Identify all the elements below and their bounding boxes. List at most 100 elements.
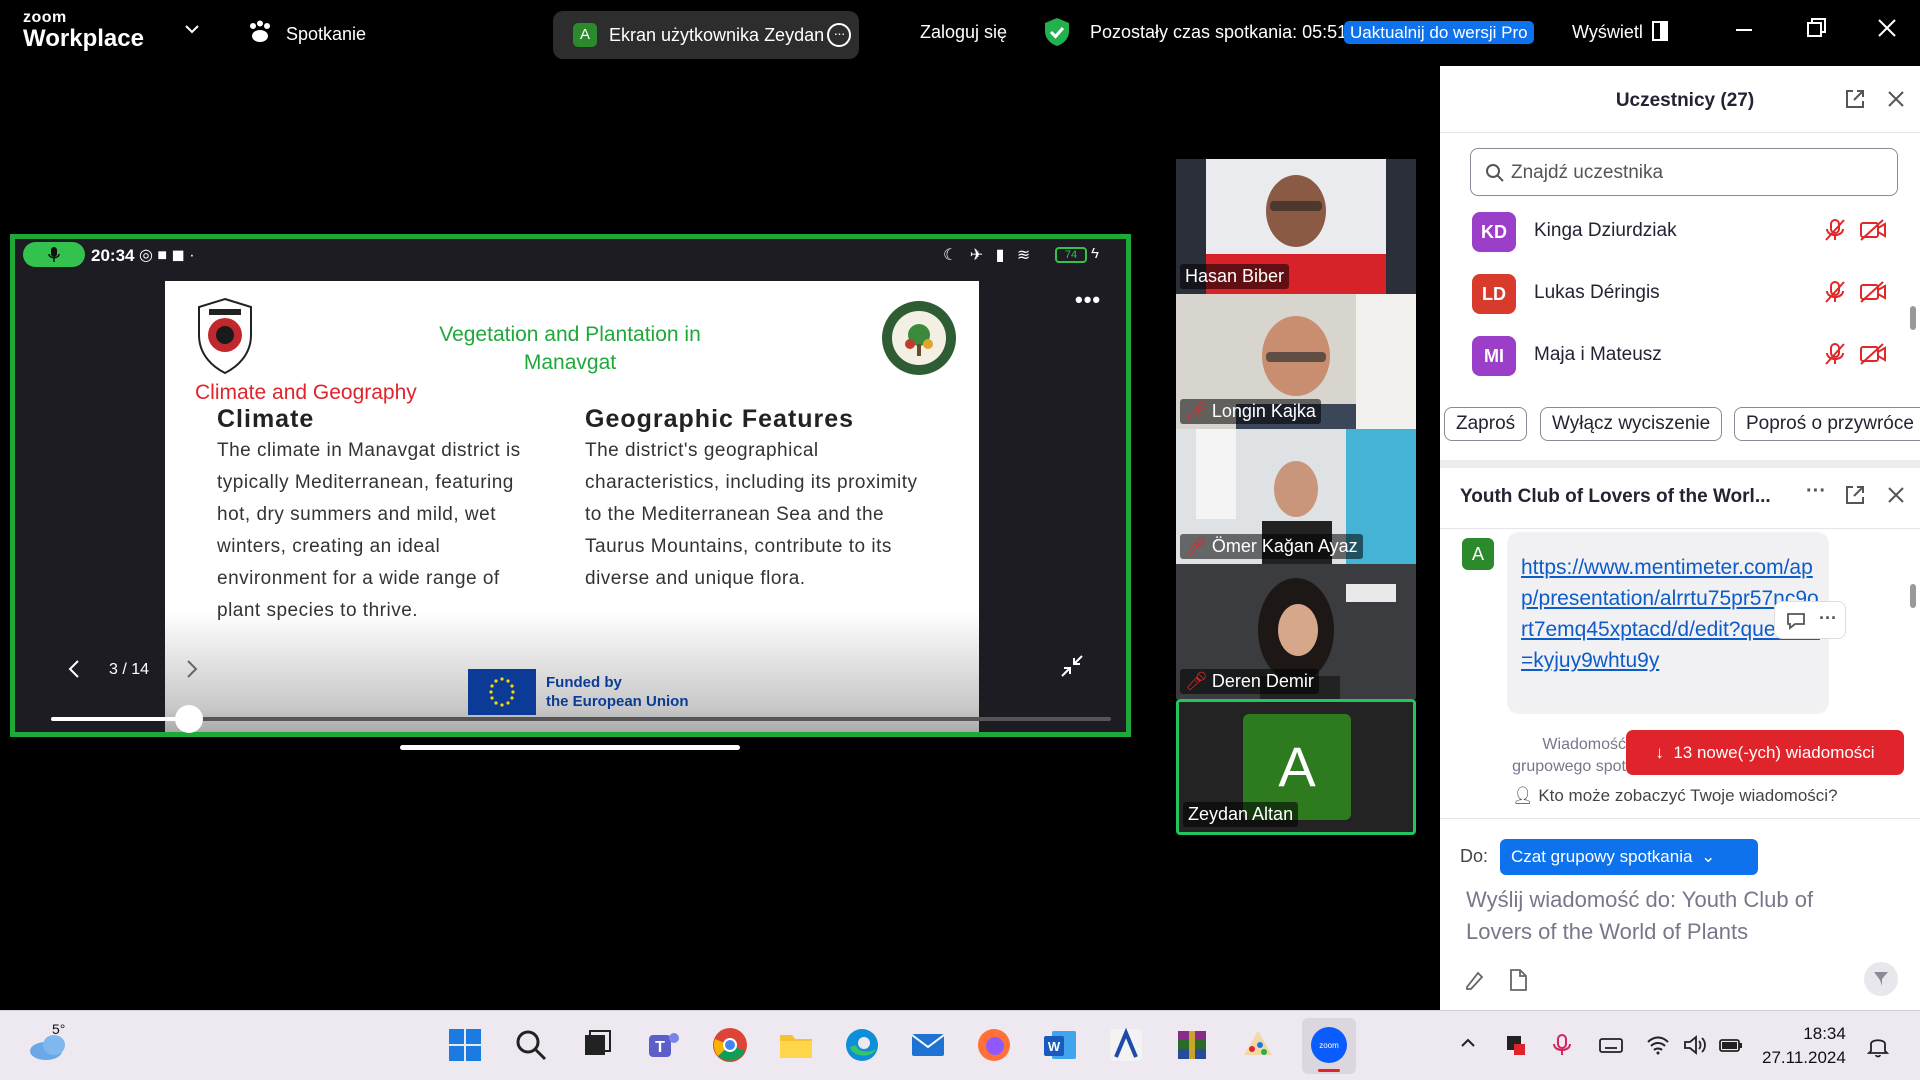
invite-button[interactable]: Zaproś [1444,407,1528,441]
video-tile-longin-kajka[interactable]: 🎤︎ Longin Kajka [1176,294,1416,429]
view-menu-label[interactable]: Wyświetl [1572,22,1643,43]
slide-next-chevron-icon[interactable] [185,659,199,684]
meeting-paw-icon [247,20,273,49]
firefox-icon[interactable] [974,1025,1014,1065]
zoom-icon: zoom [1311,1027,1347,1063]
app-menu-chevron-icon[interactable] [183,20,201,43]
mail-icon[interactable] [908,1025,948,1065]
tray-microphone-icon[interactable] [1552,1033,1572,1063]
tray-battery-icon[interactable] [1718,1033,1744,1063]
unmute-button[interactable]: Wyłącz wyciszenie [1540,407,1723,441]
clock-date: 27.11.2024 [1762,1048,1846,1067]
tray-app-icon[interactable] [1504,1033,1528,1063]
reply-icon[interactable] [1785,611,1807,636]
video-off-icon[interactable] [1859,218,1887,248]
minimize-icon[interactable] [1734,16,1754,47]
chat-more-icon[interactable]: ··· [1806,480,1826,503]
muted-mic-icon[interactable] [1824,280,1846,310]
video-tile-deren-demir[interactable]: 🎤︎ Deren Demir [1176,564,1416,699]
share-more-icon[interactable]: ··· [827,23,851,47]
search-icon[interactable] [511,1025,551,1065]
phone-mic-indicator [23,242,85,267]
video-off-icon[interactable] [1859,280,1887,310]
search-icon [1486,164,1504,182]
restore-icon[interactable] [1806,16,1828,47]
arrow-down-icon: ↓ [1655,743,1674,762]
participant-search-input[interactable]: Znajdź uczestnika [1470,148,1898,196]
close-window-icon[interactable] [1876,16,1898,47]
close-participants-icon[interactable] [1886,89,1906,114]
send-button[interactable] [1864,962,1898,996]
phone-home-indicator [400,745,740,750]
popout-participants-icon[interactable] [1844,88,1866,115]
chat-scrollbar[interactable] [1910,584,1916,608]
new-messages-label: 13 nowe(-ych) wiadomości [1673,743,1875,762]
a-app-icon[interactable] [1106,1025,1146,1065]
close-chat-icon[interactable] [1886,485,1906,510]
participant-row[interactable]: MI Maja i Mateusz [1472,332,1892,384]
encryption-shield-icon[interactable] [1043,17,1071,52]
participants-scrollbar[interactable] [1910,306,1916,330]
muted-mic-icon[interactable] [1824,342,1846,372]
taskbar-clock[interactable]: 18:34 27.11.2024 [1762,1022,1846,1070]
login-link[interactable]: Zaloguj się [920,22,1007,43]
attach-file-icon[interactable] [1508,968,1528,997]
upgrade-pro-badge[interactable]: Uaktualnij do wersji Pro [1344,21,1534,44]
panel-separator [1440,460,1920,468]
winrar-icon[interactable] [1172,1025,1212,1065]
video-tile-omer-kagan-ayaz[interactable]: 🎤︎ Ömer Kağan Ayaz [1176,429,1416,564]
svg-text:zoom: zoom [1319,1041,1339,1050]
participant-name: Lukas Déringis [1534,282,1660,303]
task-view-icon[interactable] [576,1025,616,1065]
zoom-taskbar-button[interactable]: zoom [1302,1018,1356,1074]
file-explorer-icon[interactable] [776,1025,816,1065]
slide-more-options-icon[interactable]: ••• [1075,287,1101,313]
ask-to-unmute-button[interactable]: Poproś o przywróce [1734,407,1920,441]
user-lock-icon: 👤︎ [1512,786,1539,805]
paint-icon[interactable] [1238,1025,1278,1065]
teams-icon[interactable]: T [643,1025,683,1065]
format-text-icon[interactable] [1464,969,1486,996]
message-more-icon[interactable]: ··· [1819,608,1837,629]
club-shield-logo [195,297,255,375]
recipient-select-value: Czat grupowy spotkania [1511,847,1693,866]
tile-name-text: Deren Demir [1211,671,1314,691]
video-tile-hasan-biber[interactable]: Hasan Biber [1176,159,1416,294]
tray-keyboard-icon[interactable] [1598,1033,1624,1063]
muted-mic-icon[interactable] [1824,218,1846,248]
screen-share-indicator[interactable]: A Ekran użytkownika Zeydan ··· [553,11,859,59]
notifications-bell-icon[interactable] [1866,1033,1890,1065]
word-icon[interactable]: W [1040,1025,1080,1065]
phone-system-icons: ☾ ✈ ▮ ≋ [943,247,1035,264]
shared-screen[interactable]: 20:34 ◎ ■ ◼ · ☾ ✈ ▮ ≋ 74 ϟ Vegetation an… [10,234,1131,737]
recipient-select[interactable]: Czat grupowy spotkania ⌄ [1500,839,1758,875]
popout-chat-icon[interactable] [1844,484,1866,511]
slide-progress-bar[interactable] [51,705,1111,733]
chat-title: Youth Club of Lovers of the Worl... [1460,486,1771,507]
slide-progress-knob[interactable] [174,705,203,733]
chat-note-line-2: grupowego spot [1512,758,1626,775]
tray-volume-icon[interactable] [1682,1033,1708,1063]
phone-battery: 74 [1055,247,1087,263]
new-messages-button[interactable]: ↓ 13 nowe(-ych) wiadomości [1626,730,1904,775]
presentation-slide: Vegetation and Plantation in Manavgat Cl… [165,281,979,732]
windows-start-icon[interactable] [445,1025,485,1065]
tray-chevron-up-icon[interactable] [1458,1033,1478,1059]
chrome-icon[interactable] [710,1025,750,1065]
who-can-see-link[interactable]: 👤︎ Kto może zobaczyć Twoje wiadomości? [1512,786,1838,806]
windows-taskbar: 5° T W zoom 18:34 27.11.2024 [0,1010,1920,1080]
slide-prev-chevron-icon[interactable] [67,659,81,684]
meeting-menu-label[interactable]: Spotkanie [286,24,366,45]
tray-wifi-icon[interactable] [1646,1033,1670,1063]
exit-fullscreen-icon[interactable] [1060,654,1084,683]
video-off-icon[interactable] [1859,342,1887,372]
chat-message-input[interactable]: Wyślij wiadomość do: Youth Club of Lover… [1466,884,1866,948]
video-tile-zeydan-altan[interactable]: A Zeydan Altan [1176,699,1416,835]
active-app-indicator [1318,1069,1340,1072]
edge-icon[interactable] [842,1025,882,1065]
slide-page-indicator: 3 / 14 [109,661,150,678]
slide-title: Vegetation and Plantation in Manavgat [439,323,701,374]
participant-row[interactable]: KD Kinga Dziurdziak [1472,208,1892,260]
participant-row[interactable]: LD Lukas Déringis [1472,270,1892,322]
view-layout-icon[interactable] [1652,21,1668,46]
